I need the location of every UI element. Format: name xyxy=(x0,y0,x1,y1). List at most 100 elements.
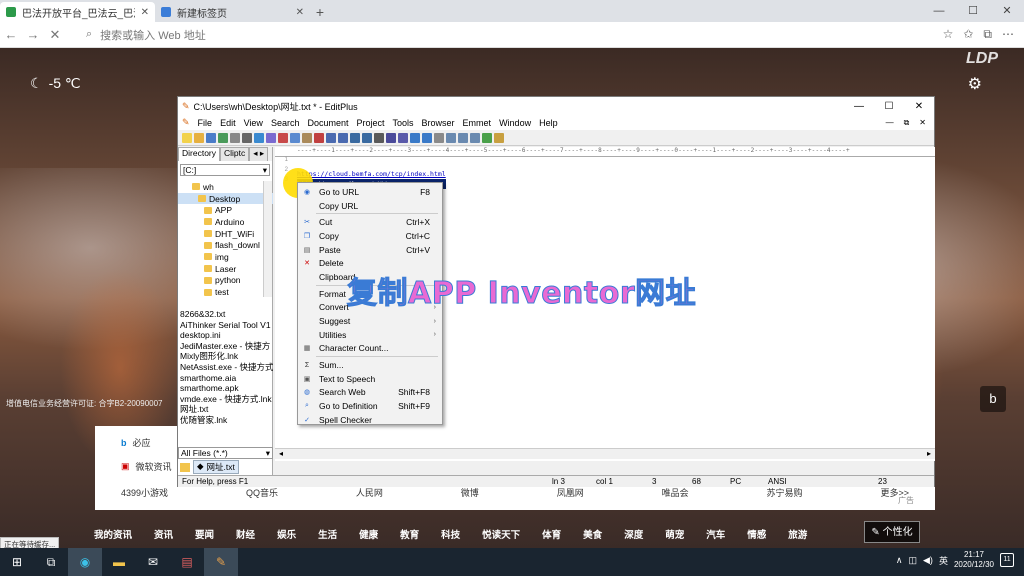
tab-scroll-icon[interactable]: ◂ ▸ xyxy=(249,147,269,161)
category-tab[interactable]: 体育 xyxy=(542,527,561,541)
menu-item-search-web[interactable]: ◍ Search Web Shift+F8 xyxy=(298,386,442,400)
file-item[interactable]: 网址.txt xyxy=(180,404,273,415)
menu-item-cut[interactable]: ✂ Cut Ctrl+X xyxy=(298,215,442,229)
forward-icon[interactable]: → xyxy=(22,27,44,42)
file-item[interactable]: Mixly图形化.lnk xyxy=(180,351,273,362)
minimize-icon[interactable]: — xyxy=(922,0,956,22)
back-icon[interactable]: ← xyxy=(0,27,22,42)
store-icon[interactable]: ▤ xyxy=(170,548,204,576)
delete-icon[interactable] xyxy=(314,132,324,143)
file-item[interactable]: smarthome.apk xyxy=(180,383,273,394)
menu-item-suggest[interactable]: Suggest › xyxy=(298,314,442,328)
tree-item[interactable]: Laser xyxy=(178,263,273,275)
menu-emmet[interactable]: Emmet xyxy=(463,118,492,128)
file-item[interactable]: desktop.ini xyxy=(180,330,273,341)
category-tab[interactable]: 娱乐 xyxy=(277,527,296,541)
menu-item-text-to-speech[interactable]: ▣ Text to Speech xyxy=(298,372,442,386)
file-item[interactable]: 8266&32.txt xyxy=(180,309,273,320)
tab-new-tab[interactable]: 新建标签页 ✕ xyxy=(155,2,310,22)
code-line[interactable]: https://cloud.bemfa.com/tcp/index.html xyxy=(297,169,446,179)
editplus-icon[interactable]: ✎ xyxy=(204,548,238,576)
file-item[interactable]: 优随管家.lnk xyxy=(180,415,273,426)
mail-icon[interactable]: ✉ xyxy=(136,548,170,576)
close-tab-icon[interactable]: ✕ xyxy=(296,7,304,18)
tab-cliptext[interactable]: Cliptc xyxy=(220,147,250,161)
menu-item-character-count[interactable]: ▦ Character Count... xyxy=(298,342,442,356)
redo-icon[interactable] xyxy=(338,132,348,143)
cut-icon[interactable] xyxy=(278,132,288,143)
tree-item[interactable]: python xyxy=(178,275,273,287)
mdi-close-icon[interactable]: ✕ xyxy=(919,118,926,128)
site-link[interactable]: 唯品会 xyxy=(662,486,689,499)
collections-icon[interactable]: ⧉ xyxy=(983,27,992,42)
volume-icon[interactable]: ◀) xyxy=(923,555,933,566)
close-icon[interactable]: ✕ xyxy=(990,0,1024,22)
favorites-icon[interactable]: ✩ xyxy=(963,27,973,42)
window-layout-icon[interactable] xyxy=(470,132,480,143)
clock[interactable]: 21:17 2020/12/30 xyxy=(954,550,994,570)
tab-directory[interactable]: Directory xyxy=(178,147,221,161)
replace-icon[interactable] xyxy=(362,132,372,143)
save-icon[interactable] xyxy=(206,132,216,143)
edge-icon[interactable]: ◉ xyxy=(68,548,102,576)
tools-icon[interactable] xyxy=(482,132,492,143)
help-icon[interactable] xyxy=(494,132,504,143)
font-icon[interactable] xyxy=(374,132,384,143)
category-tab[interactable]: 我的资讯 xyxy=(94,527,132,541)
menu-item-copy[interactable]: ❐ Copy Ctrl+C xyxy=(298,229,442,243)
start-icon[interactable]: ⊞ xyxy=(0,548,34,576)
print-icon[interactable] xyxy=(242,132,252,143)
new-file-icon[interactable] xyxy=(182,132,192,143)
category-tab[interactable]: 健康 xyxy=(359,527,378,541)
document-tab[interactable]: ◆ 网址.txt xyxy=(193,460,239,474)
weather-widget[interactable]: ☾ -5 ℃ xyxy=(30,75,81,92)
site-link[interactable]: QQ音乐 xyxy=(246,486,278,499)
maximize-icon[interactable]: ☐ xyxy=(874,101,904,112)
personalize-button[interactable]: ✎ 个性化 xyxy=(864,521,920,543)
menu-item-go-to-url[interactable]: ◉ Go to URL F8 xyxy=(298,185,442,199)
gear-icon[interactable]: ⚙ xyxy=(968,74,982,94)
settings-icon[interactable] xyxy=(434,132,444,143)
menu-browser[interactable]: Browser xyxy=(422,118,455,128)
menu-edit[interactable]: Edit xyxy=(220,118,236,128)
ime-indicator[interactable]: 英 xyxy=(939,554,948,567)
category-tab[interactable]: 科技 xyxy=(441,527,460,541)
file-item[interactable]: AiThinker Serial Tool V1 xyxy=(180,320,273,331)
category-tab[interactable]: 旅游 xyxy=(788,527,807,541)
window-layout-icon[interactable] xyxy=(458,132,468,143)
ruler-icon[interactable] xyxy=(410,132,420,143)
scroll-left-icon[interactable]: ◂ xyxy=(279,449,283,459)
menu-file[interactable]: File xyxy=(198,118,213,128)
category-tab[interactable]: 汽车 xyxy=(706,527,725,541)
mdi-restore-icon[interactable]: ⧉ xyxy=(904,118,910,128)
quick-link-bing[interactable]: b 必应 xyxy=(121,436,151,449)
address-bar[interactable]: ⌕ 搜索或输入 Web 地址 xyxy=(86,27,943,43)
task-view-icon[interactable]: ⧉ xyxy=(34,548,68,576)
tree-item-selected[interactable]: Desktop xyxy=(178,192,273,205)
window-layout-icon[interactable] xyxy=(446,132,456,143)
site-link[interactable]: 微博 xyxy=(461,486,479,499)
menu-item-go-to-definition[interactable]: ⌕ Go to Definition Shift+F9 xyxy=(298,399,442,413)
horizontal-scrollbar[interactable]: ◂ ▸ xyxy=(275,448,935,459)
file-item[interactable]: JediMaster.exe - 快捷方 xyxy=(180,341,273,352)
copy-icon[interactable] xyxy=(290,132,300,143)
scroll-right-icon[interactable]: ▸ xyxy=(927,449,931,459)
mdi-minimize-icon[interactable]: — xyxy=(886,118,894,128)
category-tab[interactable]: 生活 xyxy=(318,527,337,541)
category-tab[interactable]: 悦读天下 xyxy=(482,527,520,541)
menu-item-copy-url[interactable]: Copy URL xyxy=(298,199,442,213)
file-item[interactable]: smarthome.aia xyxy=(180,373,273,384)
new-tab-button[interactable]: + xyxy=(310,2,330,22)
category-tab[interactable]: 教育 xyxy=(400,527,419,541)
category-tab[interactable]: 情感 xyxy=(747,527,766,541)
menu-tools[interactable]: Tools xyxy=(393,118,414,128)
close-icon[interactable]: ✕ xyxy=(904,101,934,112)
menu-item-paste[interactable]: ▤ Paste Ctrl+V xyxy=(298,243,442,257)
paste-icon[interactable] xyxy=(302,132,312,143)
maximize-icon[interactable]: ☐ xyxy=(956,0,990,22)
quick-link-msn[interactable]: ▣ 微软资讯 xyxy=(121,460,172,473)
tree-item[interactable]: APP xyxy=(178,204,273,216)
category-tab[interactable]: 资讯 xyxy=(154,527,173,541)
menu-item-utilities[interactable]: Utilities › xyxy=(298,328,442,342)
save-all-icon[interactable] xyxy=(218,132,228,143)
